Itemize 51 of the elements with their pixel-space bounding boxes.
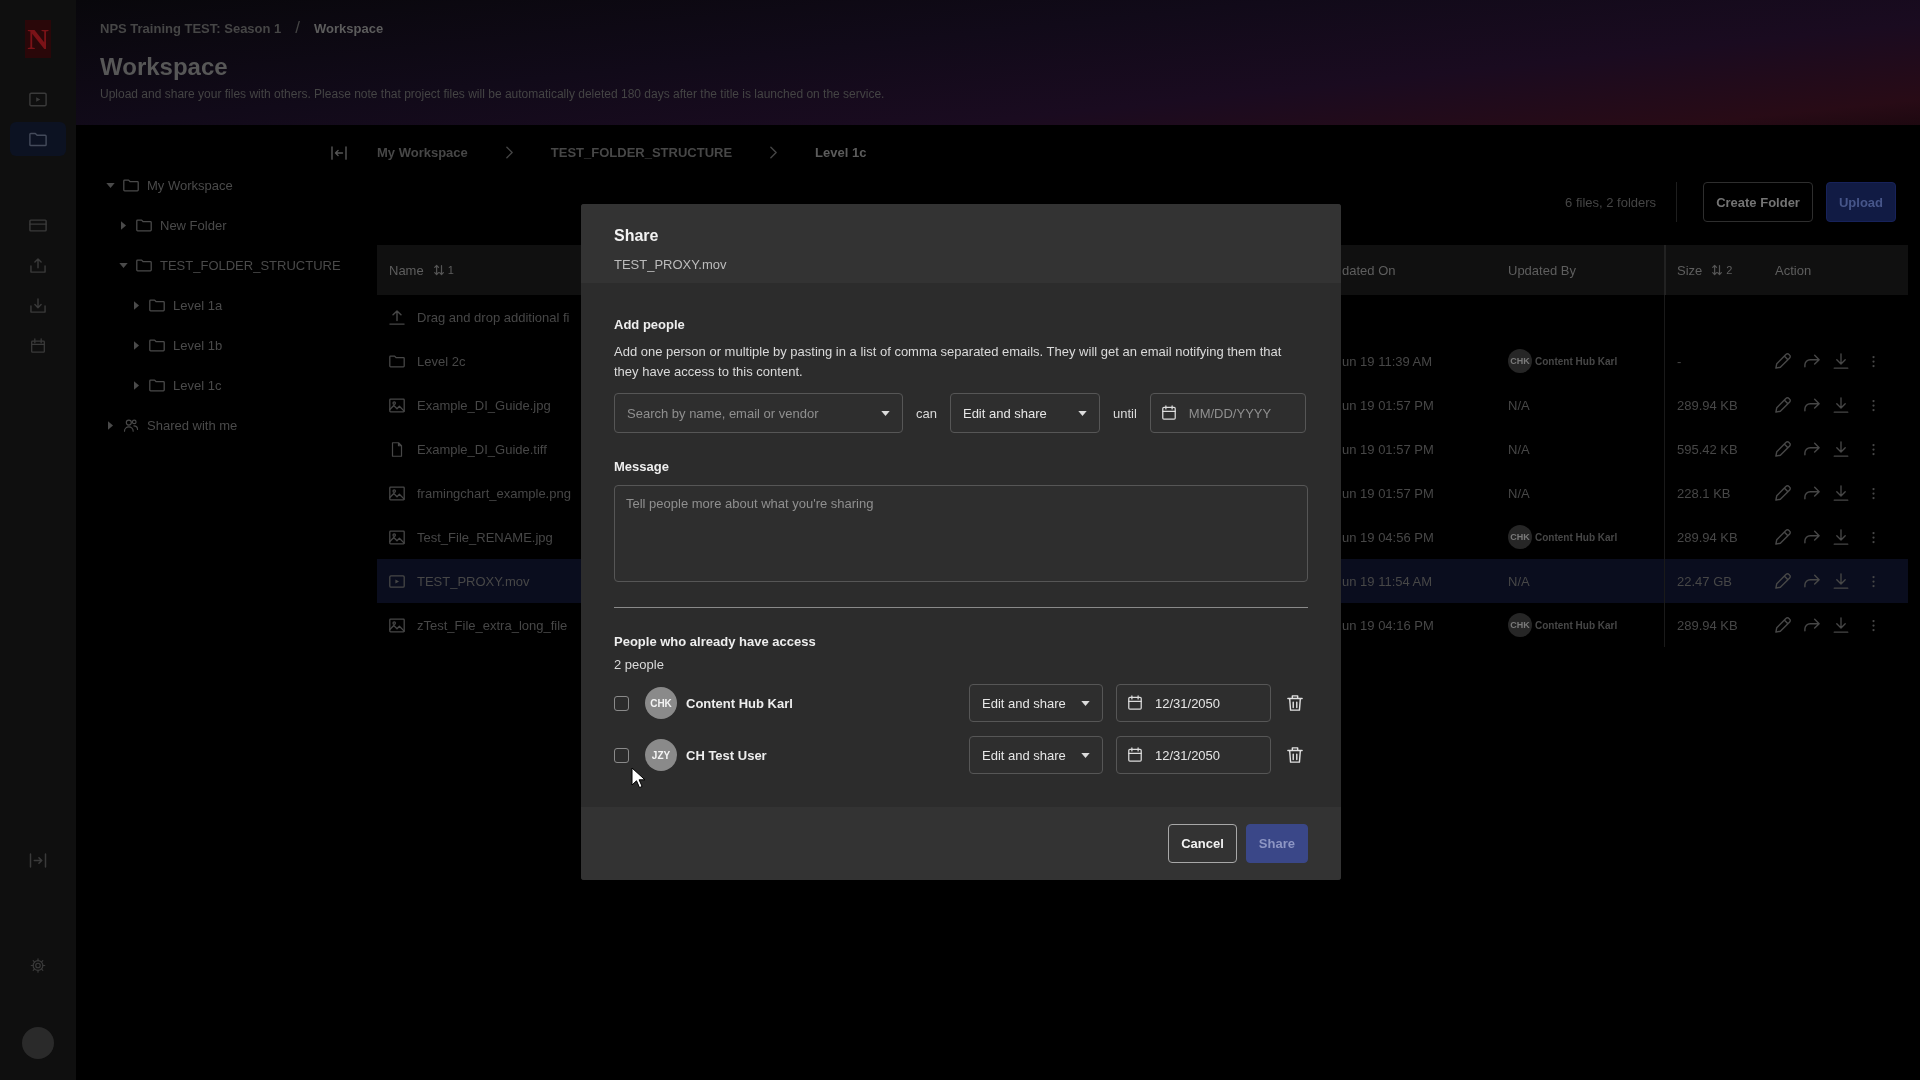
sort-order: 1 xyxy=(447,264,454,276)
table-cell: Content Hub Karl xyxy=(1535,355,1618,367)
table-cell: 289.94 KB xyxy=(1677,397,1738,413)
table-cell: un 19 01:57 PM xyxy=(1342,397,1434,413)
people-count: 2 people xyxy=(614,656,665,674)
section-heading: Message xyxy=(614,458,670,476)
avatar: CHK xyxy=(1508,525,1532,549)
table-cell: 595.42 KB xyxy=(1677,441,1738,457)
table-cell: N/A xyxy=(1508,485,1530,501)
file-name: Example_DI_Guide.tiff xyxy=(417,441,547,457)
file-name: TEST_PROXY.mov xyxy=(417,573,530,589)
table-cell: un 19 04:56 PM xyxy=(1342,529,1434,545)
file-count: 6 files, 2 folders xyxy=(1565,194,1657,210)
dialog-title: Share xyxy=(614,226,660,246)
table-cell: 289.94 KB xyxy=(1677,529,1738,545)
file-name: Drag and drop additional fi xyxy=(417,309,570,325)
table-cell: un 19 01:57 PM xyxy=(1342,441,1434,457)
person-name: CH Test User xyxy=(686,747,768,763)
table-cell: N/A xyxy=(1508,397,1530,413)
table-cell: Content Hub Karl xyxy=(1535,619,1618,631)
file-name: framingchart_example.png xyxy=(417,485,571,501)
table-cell: N/A xyxy=(1508,441,1530,457)
person-name: Content Hub Karl xyxy=(686,695,794,711)
section-heading: People who already have access xyxy=(614,633,817,651)
section-description: Add one person or multiple by pasting in a list of comma separated emails. They will get an email notifying them that they have access to this content. xyxy=(614,343,1283,381)
table-cell: 289.94 KB xyxy=(1677,617,1738,633)
dialog-subtitle: TEST_PROXY.mov xyxy=(614,256,728,274)
table-cell: un 19 04:16 PM xyxy=(1342,617,1434,633)
page-title: Workspace xyxy=(100,52,229,82)
section-heading: Add people xyxy=(614,316,686,334)
avatar: CHK xyxy=(1508,349,1532,373)
table-cell: 22.47 GB xyxy=(1677,573,1732,589)
avatar: CHK xyxy=(645,687,677,719)
table-cell: N/A xyxy=(1508,573,1530,589)
table-cell: Content Hub Karl xyxy=(1535,531,1618,543)
sort-order: 2 xyxy=(1726,264,1733,276)
table-cell: un 19 11:54 AM xyxy=(1342,573,1433,589)
table-cell: un 19 01:57 PM xyxy=(1342,485,1434,501)
table-cell: un 19 11:39 AM xyxy=(1342,353,1433,369)
avatar: JZY xyxy=(645,739,677,771)
logo: N xyxy=(25,20,51,58)
table-cell: - xyxy=(1677,353,1682,369)
file-name: zTest_File_extra_long_file xyxy=(417,617,568,633)
file-name: Test_File_RENAME.jpg xyxy=(417,529,553,545)
field-label: until xyxy=(1112,405,1137,421)
breadcrumb-separator: / xyxy=(295,18,301,38)
table-cell: 228.1 KB xyxy=(1677,485,1731,501)
file-name: Example_DI_Guide.jpg xyxy=(417,397,551,413)
field-label: can xyxy=(916,405,937,421)
file-name: Level 2c xyxy=(417,353,466,369)
avatar: CHK xyxy=(1508,613,1532,637)
